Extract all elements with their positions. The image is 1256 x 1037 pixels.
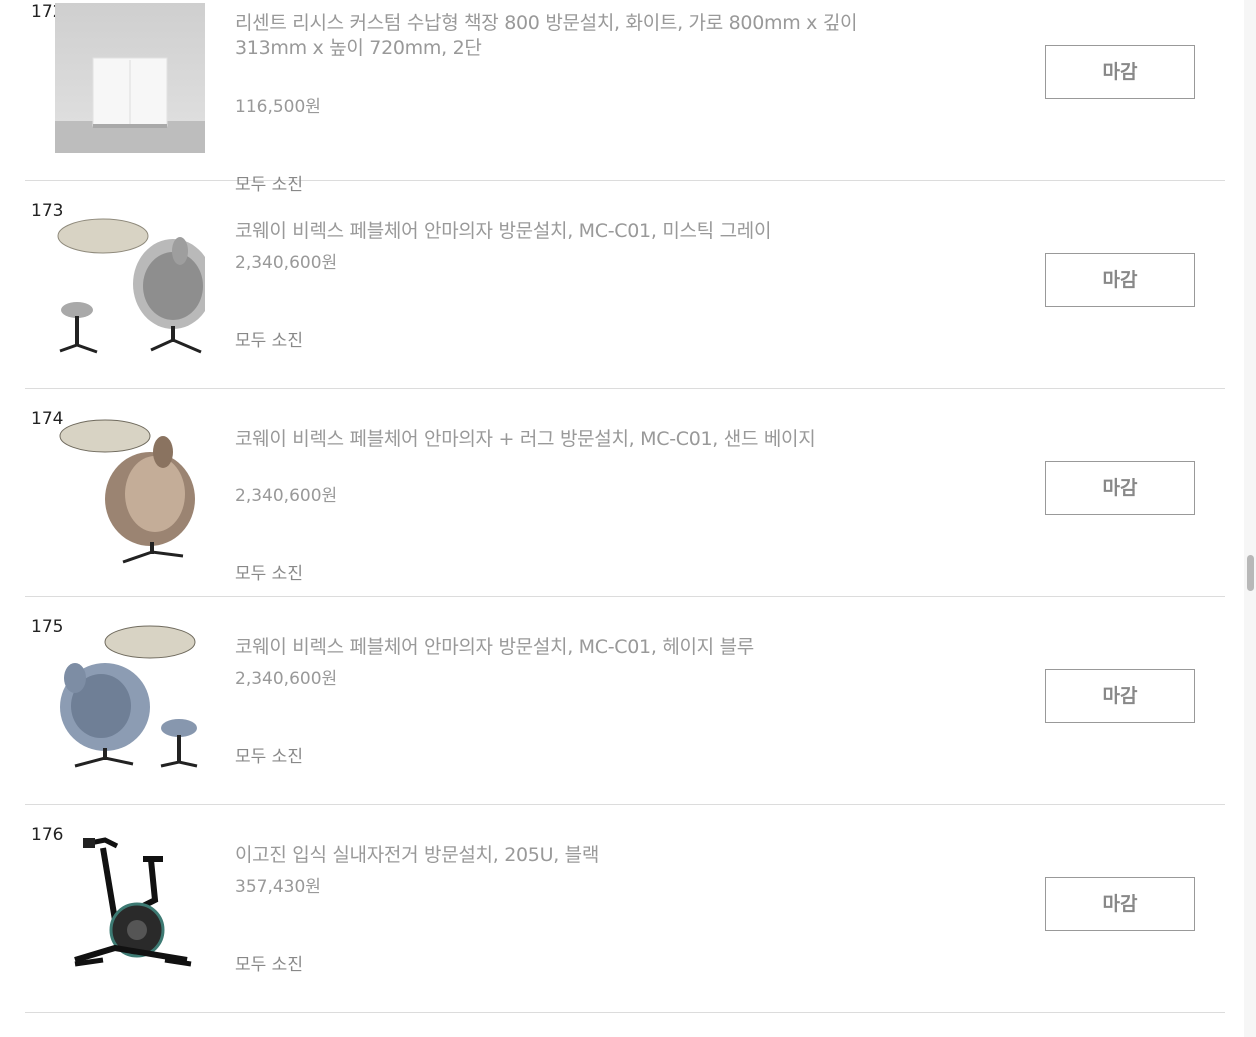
product-title[interactable]: 코웨이 비렉스 페블체어 안마의자 방문설치, MC-C01, 미스틱 그레이 [235, 219, 885, 244]
product-row: 173 코웨이 비렉스 페블체어 안마의자 방문설치, MC-C01, 미스틱 … [25, 181, 1225, 389]
product-row: 176 이고진 입식 실내자전거 방문설치, 205U, 블랙 357,430원… [25, 805, 1225, 1013]
stock-status: 모두 소진 [235, 955, 303, 975]
product-image-cabinet[interactable] [55, 3, 205, 153]
product-image-blue-chair[interactable] [55, 622, 205, 772]
product-row: 175 코웨이 비렉스 페블체어 안마의자 방문설치, MC-C01, 헤이지 … [25, 597, 1225, 805]
product-price: 357,430원 [235, 877, 321, 897]
stock-status: 모두 소진 [235, 331, 303, 351]
closed-button[interactable]: 마감 [1045, 461, 1195, 515]
closed-button[interactable]: 마감 [1045, 877, 1195, 931]
stock-status: 모두 소진 [235, 564, 303, 584]
product-title[interactable]: 리센트 리시스 커스텀 수납형 책장 800 방문설치, 화이트, 가로 800… [235, 11, 885, 61]
product-price: 2,340,600원 [235, 669, 338, 689]
product-image-exercise-bike[interactable] [55, 830, 205, 980]
product-image-beige-chair[interactable] [55, 414, 205, 564]
vertical-scrollbar[interactable] [1244, 0, 1256, 1037]
stock-status: 모두 소진 [235, 747, 303, 767]
closed-button[interactable]: 마감 [1045, 45, 1195, 99]
product-title[interactable]: 이고진 입식 실내자전거 방문설치, 205U, 블랙 [235, 843, 885, 868]
product-price: 2,340,600원 [235, 253, 338, 273]
closed-button[interactable]: 마감 [1045, 669, 1195, 723]
product-price: 2,340,600원 [235, 486, 338, 506]
closed-button[interactable]: 마감 [1045, 253, 1195, 307]
product-price: 116,500원 [235, 97, 321, 117]
product-list: 172 리센트 리시스 커스텀 수납형 책장 800 방문설치, 화이트, 가로… [25, 0, 1225, 1013]
product-image-gray-chair[interactable] [55, 206, 205, 356]
product-title[interactable]: 코웨이 비렉스 페블체어 안마의자 방문설치, MC-C01, 헤이지 블루 [235, 635, 885, 660]
product-row: 172 리센트 리시스 커스텀 수납형 책장 800 방문설치, 화이트, 가로… [25, 0, 1225, 195]
product-row: 174 코웨이 비렉스 페블체어 안마의자 + 러그 방문설치, MC-C01,… [25, 389, 1225, 597]
scrollbar-thumb[interactable] [1247, 555, 1254, 591]
product-title[interactable]: 코웨이 비렉스 페블체어 안마의자 + 러그 방문설치, MC-C01, 샌드 … [235, 427, 885, 452]
